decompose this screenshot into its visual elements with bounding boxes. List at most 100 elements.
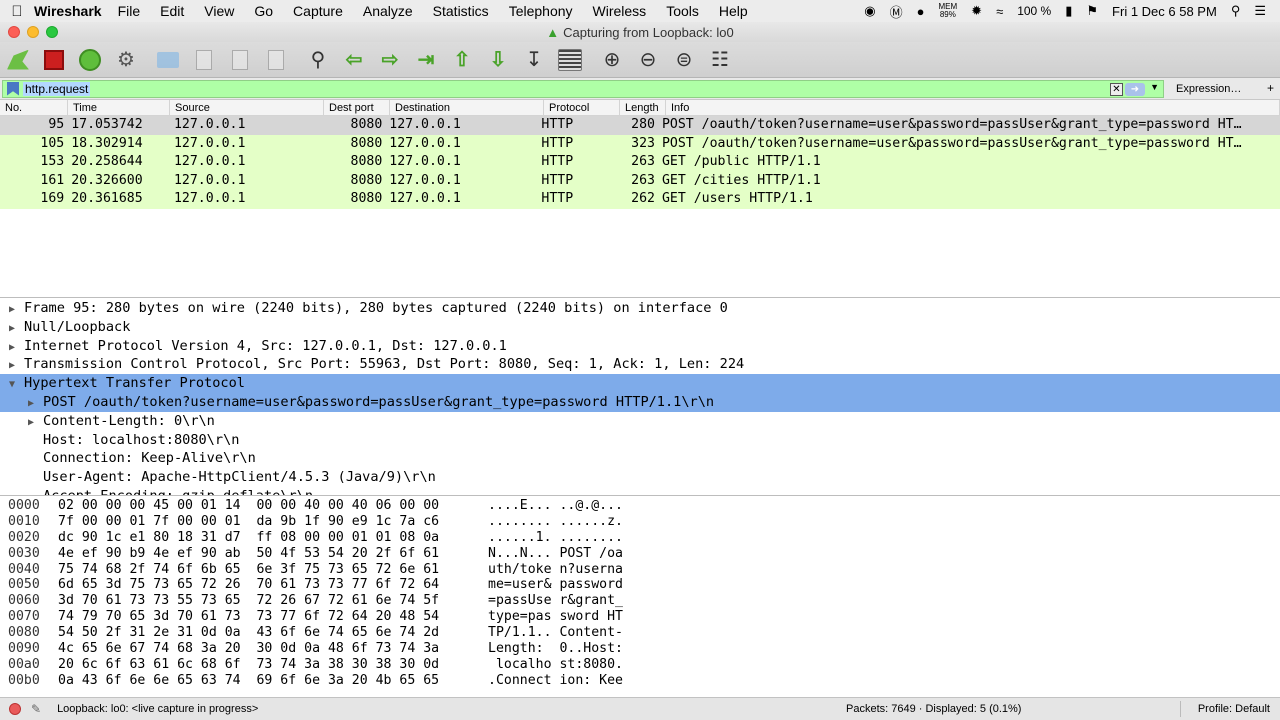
zoom-in-button[interactable]: ⊕ (598, 46, 626, 74)
column-no[interactable]: No. (0, 100, 68, 115)
zoom-window-button[interactable] (46, 26, 58, 38)
hex-offset: 0030 (8, 545, 40, 561)
app-menu-wireshark[interactable]: Wireshark (34, 3, 102, 19)
tree-item-content-length[interactable]: ▶ Content-Length: 0\r\n (0, 412, 1280, 431)
hex-row[interactable]: 0000 02 00 00 00 45 00 01 14 00 00 40 00 … (0, 498, 1280, 514)
go-back-button[interactable]: ⇦ (340, 46, 368, 74)
column-dest-port[interactable]: Dest port (324, 100, 390, 115)
wifi-icon[interactable]: ≈ (996, 4, 1003, 19)
table-row[interactable]: 105 18.302914 127.0.0.1 8080 127.0.0.1 H… (0, 134, 1280, 153)
menu-file[interactable]: File (118, 3, 141, 19)
go-to-packet-button[interactable]: ⇥ (412, 46, 440, 74)
cell-info: GET /users HTTP/1.1 (661, 191, 813, 206)
menu-help[interactable]: Help (719, 3, 748, 19)
hex-ascii: uth/toke n?userna (488, 561, 623, 577)
profile-selector[interactable]: Profile: Default (1198, 703, 1270, 715)
menu-view[interactable]: View (204, 3, 234, 19)
menu-statistics[interactable]: Statistics (433, 3, 489, 19)
tree-item-user-agent[interactable]: User-Agent: Apache-HttpClient/4.5.3 (Jav… (0, 468, 1280, 487)
tree-item-tcp[interactable]: ▶ Transmission Control Protocol, Src Port… (0, 355, 1280, 374)
hex-row[interactable]: 0020 dc 90 1c e1 80 18 31 d7 ff 08 00 00 … (0, 530, 1280, 546)
table-row[interactable]: 95 17.053742 127.0.0.1 8080 127.0.0.1 HT… (0, 116, 1280, 135)
tree-item-frame[interactable]: ▶ Frame 95: 280 bytes on wire (2240 bits)… (0, 299, 1280, 318)
go-forward-button[interactable]: ⇨ (376, 46, 404, 74)
capture-comment-icon[interactable]: ✎ (31, 702, 41, 716)
column-length[interactable]: Length (620, 100, 666, 115)
resize-columns-button[interactable]: ☷ (706, 46, 734, 74)
normal-size-button[interactable]: ⊜ (670, 46, 698, 74)
cell-destination: 127.0.0.1 (389, 154, 461, 169)
battery-icon[interactable]: ▮ (1065, 3, 1072, 19)
bookmark-icon[interactable] (7, 81, 19, 96)
menu-telephony[interactable]: Telephony (509, 3, 573, 19)
start-capture-button[interactable] (4, 46, 32, 74)
add-filter-button[interactable]: + (1267, 81, 1274, 95)
hex-row[interactable]: 0030 4e ef 90 b9 4e ef 90 ab 50 4f 53 54 … (0, 546, 1280, 562)
display-filter-input[interactable]: http.request ✕ ➜ ▼ (2, 79, 1164, 98)
minimize-window-button[interactable] (27, 26, 39, 38)
tree-item-http[interactable]: ▼ Hypertext Transfer Protocol (0, 374, 1280, 393)
reload-file-button[interactable] (262, 46, 290, 74)
zoom-out-button[interactable]: ⊖ (634, 46, 662, 74)
filter-text[interactable]: http.request (23, 81, 91, 96)
expression-button[interactable]: Expression… (1176, 83, 1241, 95)
tree-item-http-request-line[interactable]: ▶ POST /oauth/token?username=user&passwor… (0, 392, 1280, 412)
hex-row[interactable]: 0050 6d 65 3d 75 73 65 72 26 70 61 73 73 … (0, 577, 1280, 593)
table-row[interactable]: 153 20.258644 127.0.0.1 8080 127.0.0.1 H… (0, 153, 1280, 172)
spotlight-search-icon[interactable]: ⚲ (1231, 3, 1241, 19)
tree-item-connection[interactable]: Connection: Keep-Alive\r\n (0, 449, 1280, 468)
memory-monitor[interactable]: MEM 89% (938, 3, 957, 19)
menu-analyze[interactable]: Analyze (363, 3, 413, 19)
tree-item-label: Transmission Control Protocol, Src Port:… (24, 356, 745, 373)
gear-icon[interactable]: ✹ (971, 3, 982, 19)
column-protocol[interactable]: Protocol (544, 100, 620, 115)
hex-row[interactable]: 0010 7f 00 00 01 7f 00 00 01 da 9b 1f 90 … (0, 514, 1280, 530)
find-packet-button[interactable]: ⚲ (304, 46, 332, 74)
hex-row[interactable]: 0090 4c 65 6e 67 74 68 3a 20 30 0d 0a 48 … (0, 641, 1280, 657)
capture-options-button[interactable]: ⚙ (112, 46, 140, 74)
hex-row[interactable]: 0080 54 50 2f 31 2e 31 0d 0a 43 6f 6e 74 … (0, 625, 1280, 641)
tree-item-host[interactable]: Host: localhost:8080\r\n (0, 431, 1280, 450)
close-window-button[interactable] (8, 26, 20, 38)
column-source[interactable]: Source (170, 100, 324, 115)
clear-filter-icon[interactable]: ✕ (1110, 82, 1123, 96)
menu-wireless[interactable]: Wireless (593, 3, 647, 19)
tree-item-null-loopback[interactable]: ▶ Null/Loopback (0, 318, 1280, 337)
apply-filter-icon[interactable]: ➜ (1125, 82, 1145, 96)
chevron-down-icon[interactable]: ▼ (1150, 82, 1159, 92)
menu-tools[interactable]: Tools (666, 3, 699, 19)
m-app-icon[interactable]: Ⓜ (890, 2, 903, 21)
tree-item-ipv4[interactable]: ▶ Internet Protocol Version 4, Src: 127.0… (0, 337, 1280, 356)
hex-row[interactable]: 00a0 20 6c 6f 63 61 6c 68 6f 73 74 3a 38 … (0, 657, 1280, 673)
hex-row[interactable]: 0040 75 74 68 2f 74 6f 6b 65 6e 3f 75 73 … (0, 562, 1280, 578)
column-info[interactable]: Info (666, 100, 1280, 115)
notification-center-icon[interactable]: ☰ (1254, 3, 1266, 19)
menu-go[interactable]: Go (254, 3, 273, 19)
open-file-button[interactable] (154, 46, 182, 74)
table-row[interactable]: 169 20.361685 127.0.0.1 8080 127.0.0.1 H… (0, 190, 1280, 209)
save-file-button[interactable] (190, 46, 218, 74)
go-first-packet-button[interactable]: ⇧ (448, 46, 476, 74)
tree-item-accept-encoding[interactable]: Accept-Encoding: gzip,deflate\r\n (0, 487, 1280, 495)
column-time[interactable]: Time (68, 100, 170, 115)
hex-row[interactable]: 0060 3d 70 61 73 73 55 73 65 72 26 67 72 … (0, 593, 1280, 609)
colorize-button[interactable] (556, 46, 584, 74)
menu-capture[interactable]: Capture (293, 3, 343, 19)
menu-edit[interactable]: Edit (160, 3, 184, 19)
close-file-button[interactable] (226, 46, 254, 74)
flag-icon[interactable]: ⚑ (1086, 3, 1098, 19)
hex-row[interactable]: 0070 74 79 70 65 3d 70 61 73 73 77 6f 72 … (0, 609, 1280, 625)
sun-icon[interactable]: ● (917, 4, 925, 19)
table-row[interactable]: 161 20.326600 127.0.0.1 8080 127.0.0.1 H… (0, 171, 1280, 190)
expert-info-icon[interactable] (9, 703, 21, 715)
clock[interactable]: Fri 1 Dec 6 58 PM (1112, 4, 1217, 19)
column-destination[interactable]: Destination (390, 100, 544, 115)
go-last-packet-button[interactable]: ⇩ (484, 46, 512, 74)
restart-capture-button[interactable] (76, 46, 104, 74)
stop-capture-button[interactable] (40, 46, 68, 74)
apple-menu-icon[interactable]:  (0, 3, 34, 20)
battery-percent[interactable]: 100 % (1017, 4, 1051, 18)
record-icon[interactable]: ◉ (864, 3, 875, 19)
hex-row[interactable]: 00b0 0a 43 6f 6e 6e 65 63 74 69 6f 6e 3a … (0, 673, 1280, 689)
auto-scroll-button[interactable]: ↧ (520, 46, 548, 74)
